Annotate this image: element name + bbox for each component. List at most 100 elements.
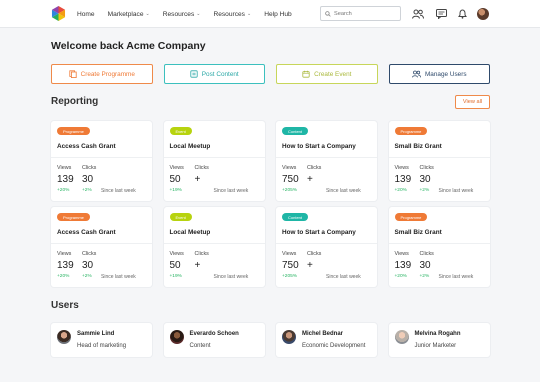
search-input[interactable]: [334, 10, 394, 17]
since-label: Since last week: [213, 188, 249, 194]
clicks-change: +2%: [419, 274, 430, 279]
report-card[interactable]: Programme Access Cash Grant Views Clicks 139…: [51, 207, 152, 287]
user-card[interactable]: Melvina Rogahn Junior Marketer: [388, 323, 490, 357]
card-title: Local Meetup: [169, 229, 211, 236]
category-badge: Content: [282, 127, 309, 135]
action-label: Post Content: [201, 70, 239, 78]
content-icon: [190, 70, 198, 78]
clicks-label: Clicks: [419, 251, 434, 257]
views-label: Views: [57, 165, 72, 171]
nav-help-hub[interactable]: Help Hub: [264, 11, 292, 18]
create-programme-button[interactable]: Create Programme: [51, 64, 153, 84]
divider: [388, 157, 490, 158]
report-card[interactable]: Programme Small Biz Grant Views Clicks 139 30…: [388, 207, 490, 287]
views-change: +20%: [394, 274, 407, 279]
views-value: 139: [57, 174, 74, 185]
divider: [51, 157, 152, 158]
nav-home[interactable]: Home: [77, 11, 95, 18]
clicks-label: Clicks: [307, 251, 322, 257]
category-badge: Content: [282, 213, 309, 221]
avatar: [57, 330, 71, 344]
card-title: Access Cash Grant: [57, 229, 116, 236]
user-card[interactable]: Michel Bednar Economic Development: [276, 323, 377, 357]
nav-resources[interactable]: Resources ⌄: [163, 11, 201, 18]
since-label: Since last week: [326, 274, 361, 280]
views-value: 139: [57, 260, 74, 271]
main-nav: Home Marketplace ⌄ Resources ⌄ Resources ⌄ …: [77, 0, 305, 28]
nav-label: Marketplace: [107, 10, 144, 18]
bell-icon[interactable]: [455, 7, 469, 21]
clicks-value: +: [307, 174, 313, 185]
report-card[interactable]: Event Local Meetup Views Clicks 50 + +19% Since…: [163, 207, 265, 287]
since-label: Since last week: [213, 274, 249, 280]
since-label: Since last week: [101, 274, 136, 280]
report-card[interactable]: Programme Small Biz Grant Views Clicks 139 30…: [388, 121, 490, 201]
user-name: Michel Bednar: [302, 331, 344, 337]
user-card[interactable]: Everardo Schoen Content: [163, 323, 265, 357]
user-name: Everardo Schoen: [189, 331, 239, 337]
user-card[interactable]: Sammie Lind Head of marketing: [51, 323, 152, 357]
since-label: Since last week: [438, 274, 474, 280]
avatar: [394, 330, 409, 344]
post-content-button[interactable]: Post Content: [163, 64, 265, 84]
report-card[interactable]: Programme Access Cash Grant Views Clicks 139…: [51, 121, 152, 201]
clicks-label: Clicks: [307, 165, 322, 171]
calendar-icon: [302, 70, 310, 78]
avatar: [169, 330, 184, 344]
user-role: Head of marketing: [77, 343, 127, 349]
chat-icon[interactable]: [434, 7, 448, 21]
views-label: Views: [169, 165, 184, 171]
people-icon[interactable]: [411, 7, 425, 21]
clicks-label: Clicks: [194, 251, 209, 257]
user-avatar[interactable]: [477, 8, 489, 20]
user-name: Melvina Rogahn: [414, 331, 461, 337]
category-badge: Programme: [57, 213, 90, 221]
top-navbar: Home Marketplace ⌄ Resources ⌄ Resources ⌄ …: [0, 0, 540, 28]
nav-label: Help Hub: [264, 10, 292, 18]
logo-icon[interactable]: [51, 6, 66, 21]
views-label: Views: [169, 251, 184, 257]
programme-icon: [68, 70, 77, 78]
user-name: Sammie Lind: [77, 331, 115, 337]
clicks-change: +2%: [82, 188, 92, 193]
views-label: Views: [57, 251, 72, 257]
category-badge: Programme: [394, 213, 428, 221]
clicks-label: Clicks: [194, 165, 209, 171]
reporting-heading: Reporting: [51, 96, 99, 107]
category-badge: Event: [169, 127, 192, 135]
views-change: +205%: [282, 188, 298, 193]
views-change: +20%: [57, 188, 70, 193]
chevron-down-icon: ⌄: [196, 11, 201, 17]
views-label: Views: [282, 251, 297, 257]
category-badge: Programme: [394, 127, 428, 135]
report-card[interactable]: Content How to Start a Company Views Clicks…: [276, 207, 377, 287]
clicks-value: 30: [82, 174, 94, 185]
views-value: 139: [394, 260, 412, 271]
since-label: Since last week: [326, 188, 361, 194]
user-role: Content: [189, 343, 211, 349]
views-change: +19%: [169, 274, 182, 279]
views-label: Views: [394, 165, 409, 171]
nav-resources-2[interactable]: Resources ⌄: [213, 11, 251, 18]
report-card[interactable]: Content How to Start a Company Views Clicks…: [276, 121, 377, 201]
quick-actions: Create Programme Post Content Create Eve…: [51, 64, 490, 84]
users-list: Sammie Lind Head of marketing Everardo S…: [51, 323, 490, 357]
clicks-value: 30: [419, 260, 431, 271]
views-change: +20%: [57, 274, 70, 279]
clicks-change: +2%: [82, 274, 92, 279]
create-event-button[interactable]: Create Event: [276, 64, 378, 84]
card-title: Small Biz Grant: [394, 143, 442, 150]
clicks-value: +: [307, 260, 313, 271]
chevron-down-icon: ⌄: [246, 11, 252, 17]
search-icon: [325, 10, 331, 17]
divider: [388, 243, 490, 244]
manage-users-button[interactable]: Manage Users: [388, 64, 490, 84]
nav-marketplace[interactable]: Marketplace ⌄: [108, 11, 150, 18]
views-value: 750: [282, 260, 299, 271]
report-card[interactable]: Event Local Meetup Views Clicks 50 + +19% Since…: [163, 121, 265, 201]
divider: [51, 243, 152, 244]
report-cards-row-1: Programme Access Cash Grant Views Clicks 139…: [51, 121, 490, 201]
view-all-button[interactable]: View all: [455, 95, 490, 109]
clicks-value: +: [194, 174, 201, 185]
nav-label: Resources: [162, 10, 195, 18]
